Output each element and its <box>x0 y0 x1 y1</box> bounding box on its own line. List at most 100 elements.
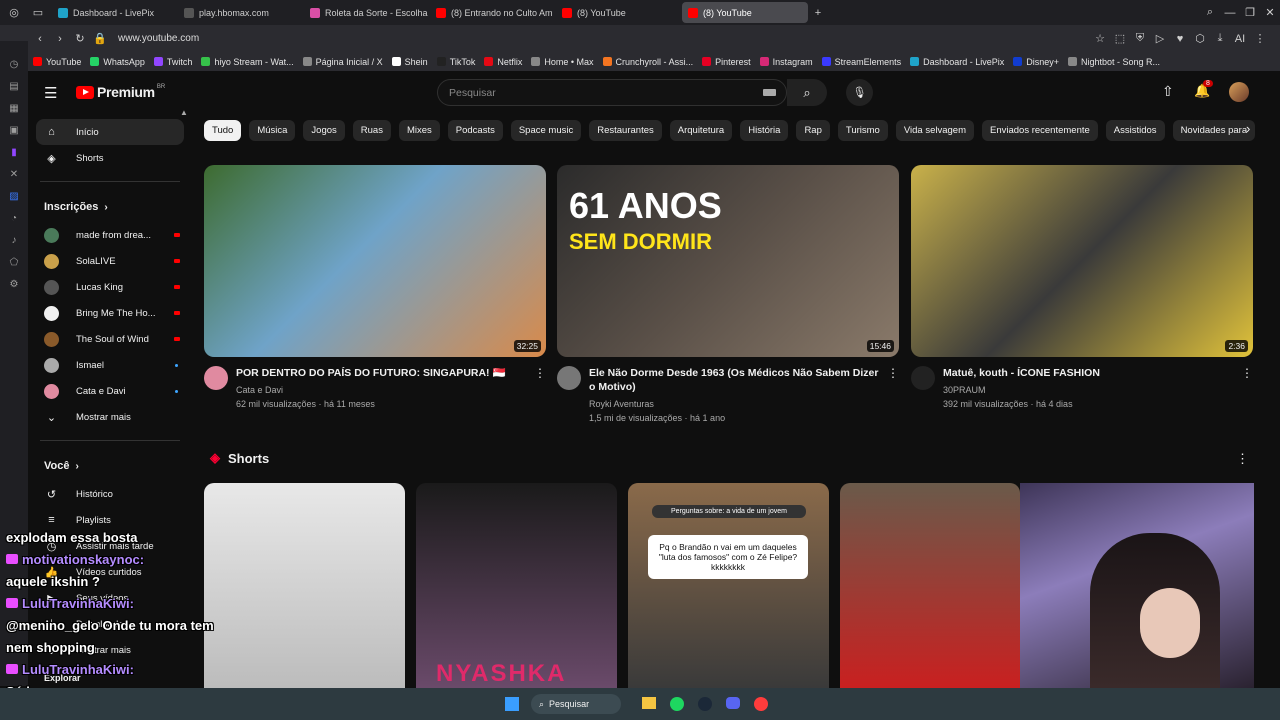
download-icon[interactable]: ⤓ <box>1210 29 1230 49</box>
bookmark-item[interactable]: Disney+ <box>1013 57 1059 67</box>
maximize-icon[interactable]: ❐ <box>1240 3 1260 23</box>
sidebar-item-history[interactable]: ↺ Histórico <box>28 481 192 507</box>
bookmark-item[interactable]: Twitch <box>153 57 192 67</box>
sidebar-you-header[interactable]: Você › <box>28 451 192 481</box>
channel-avatar[interactable] <box>204 366 228 390</box>
reload-icon[interactable]: ↻ <box>70 29 90 49</box>
sidebar-subscription[interactable]: SolaLIVE <box>28 248 192 274</box>
sidebar-show-more[interactable]: ⌄ Mostrar mais <box>28 404 192 430</box>
sidebar-subscription[interactable]: made from drea... <box>28 222 192 248</box>
filter-chip[interactable]: Mixes <box>398 119 440 141</box>
browser-menu-icon[interactable]: ◎ <box>0 3 28 23</box>
music-icon[interactable]: ♪ <box>0 229 28 251</box>
sidebar-scroll-up-icon[interactable]: ▲ <box>180 108 188 117</box>
bookmark-item[interactable]: Netflix <box>484 57 522 67</box>
browser-tab[interactable]: Roleta da Sorte - Escolha <box>304 2 430 23</box>
filter-chip[interactable]: Música <box>249 119 296 141</box>
video-options-icon[interactable]: ⋮ <box>534 366 546 411</box>
wallet-icon[interactable]: ▤ <box>0 75 28 97</box>
bluesky-icon[interactable]: ▨ <box>0 185 28 207</box>
sidebar-subscription[interactable]: Cata e Davi <box>28 378 192 404</box>
messenger-icon[interactable]: ▣ <box>0 119 28 141</box>
browser-tab[interactable]: (8) YouTube <box>682 2 808 23</box>
history-icon[interactable]: ◷ <box>0 53 28 75</box>
extension-icon[interactable]: ⬡ <box>1190 29 1210 49</box>
bookmark-icon[interactable]: ☆ <box>1090 29 1110 49</box>
search-box[interactable]: Pesquisar <box>437 79 787 106</box>
steam-icon[interactable] <box>698 697 712 711</box>
sidebar-item-home[interactable]: ⌂ Início <box>36 119 184 145</box>
sidebar-subscription[interactable]: Ismael <box>28 352 192 378</box>
video-thumbnail[interactable]: 61 ANOS SEM DORMIR 15:46 <box>557 165 899 357</box>
folder-icon[interactable] <box>642 697 656 709</box>
video-title[interactable]: Matuê, kouth - ÍCONE FASHION <box>943 366 1233 380</box>
reader-icon[interactable]: ▦ <box>0 97 28 119</box>
notifications-button[interactable]: 🔔 8 <box>1194 80 1213 99</box>
short-card[interactable] <box>840 483 1020 688</box>
filter-chip[interactable]: Turismo <box>837 119 888 141</box>
spotify-icon[interactable] <box>670 697 684 711</box>
bookmark-item[interactable]: Instagram <box>759 57 813 67</box>
browser-tab[interactable]: Dashboard - LivePix <box>52 2 178 23</box>
video-channel[interactable]: 30PRAUM <box>943 383 1233 397</box>
keyboard-icon[interactable] <box>763 89 776 96</box>
filter-chip[interactable]: Assistidos <box>1105 119 1165 141</box>
game-icon[interactable]: ⬠ <box>0 251 28 273</box>
bookmark-item[interactable]: TikTok <box>436 57 475 67</box>
channel-avatar[interactable] <box>911 366 935 390</box>
filter-chip[interactable]: Arquitetura <box>669 119 733 141</box>
filter-chip[interactable]: Tudo <box>204 119 242 141</box>
bookmark-item[interactable]: Shein <box>391 57 428 67</box>
filter-chip[interactable]: História <box>740 119 789 141</box>
more-icon[interactable]: ⋮ <box>1250 29 1270 49</box>
url-field[interactable]: www.youtube.com <box>118 33 199 44</box>
bookmark-item[interactable]: Nightbot - Song R... <box>1067 57 1160 67</box>
filter-chip[interactable]: Vida selvagem <box>895 119 974 141</box>
bookmark-item[interactable]: Crunchyroll - Assi... <box>602 57 693 67</box>
shorts-more-icon[interactable]: ⋮ <box>1236 451 1249 467</box>
sidebar-subscriptions-header[interactable]: Inscrições › <box>28 192 192 222</box>
video-options-icon[interactable]: ⋮ <box>887 366 899 425</box>
bookmark-item[interactable]: YouTube <box>33 57 81 67</box>
minimize-icon[interactable]: — <box>1220 3 1240 23</box>
browser-icon[interactable] <box>754 697 768 711</box>
video-channel[interactable]: Royki Aventuras <box>589 397 879 411</box>
browser-tab[interactable]: (8) YouTube <box>556 2 682 23</box>
filter-chip[interactable]: Enviados recentemente <box>981 119 1098 141</box>
filter-chip[interactable]: Restaurantes <box>589 119 662 141</box>
video-card[interactable]: 2:36 Matuê, kouth - ÍCONE FASHION 30PRAUM 3… <box>911 165 1253 411</box>
video-title[interactable]: Ele Não Dorme Desde 1963 (Os Médicos Não… <box>589 366 879 394</box>
avatar[interactable] <box>1229 82 1249 102</box>
x-icon[interactable]: ✕ <box>0 163 28 185</box>
search-input[interactable]: Pesquisar <box>449 87 496 99</box>
youtube-logo[interactable]: Premium BR <box>76 84 165 100</box>
bookmark-item[interactable]: Pinterest <box>702 57 751 67</box>
filter-chip[interactable]: Novidades para <box>1172 119 1256 141</box>
bookmark-item[interactable]: StreamElements <box>821 57 901 67</box>
video-card[interactable]: 61 ANOS SEM DORMIR 15:46 Ele Não Dorme Desd… <box>557 165 899 425</box>
sidebar-subscription[interactable]: Bring Me The Ho... <box>28 300 192 326</box>
video-card[interactable]: 32:25 POR DENTRO DO PAÍS DO FUTURO: SINGA… <box>204 165 546 411</box>
bookmark-item[interactable]: Página Inicial / X <box>302 57 383 67</box>
bookmark-item[interactable]: hiyo Stream - Wat... <box>201 57 294 67</box>
video-options-icon[interactable]: ⋮ <box>1241 366 1253 411</box>
filter-chip[interactable]: Rap <box>796 119 830 141</box>
tab-actions-icon[interactable]: ▭ <box>28 3 48 23</box>
chips-next-icon[interactable]: › <box>1246 121 1250 136</box>
video-title[interactable]: POR DENTRO DO PAÍS DO FUTURO: SINGAPURA!… <box>236 366 526 380</box>
sidebar-subscription[interactable]: The Soul of Wind <box>28 326 192 352</box>
short-card[interactable]: NYASHKA <box>416 483 617 688</box>
heart-icon[interactable]: ♥ <box>1170 29 1190 49</box>
ai-icon[interactable]: AI <box>1230 29 1250 49</box>
start-icon[interactable] <box>505 697 519 711</box>
hamburger-menu-icon[interactable]: ☰ <box>44 84 57 102</box>
filter-chip[interactable]: Space music <box>510 119 582 141</box>
new-tab-button[interactable]: + <box>808 3 828 23</box>
play-icon[interactable]: ▷ <box>1150 29 1170 49</box>
browser-tab[interactable]: play.hbomax.com <box>178 2 304 23</box>
filter-chip[interactable]: Jogos <box>303 119 345 141</box>
clock-icon[interactable]: ◔ <box>0 207 28 229</box>
channel-avatar[interactable] <box>557 366 581 390</box>
sidebar-subscription[interactable]: Lucas King <box>28 274 192 300</box>
sidebar-item-shorts[interactable]: ◈ Shorts <box>28 145 192 171</box>
